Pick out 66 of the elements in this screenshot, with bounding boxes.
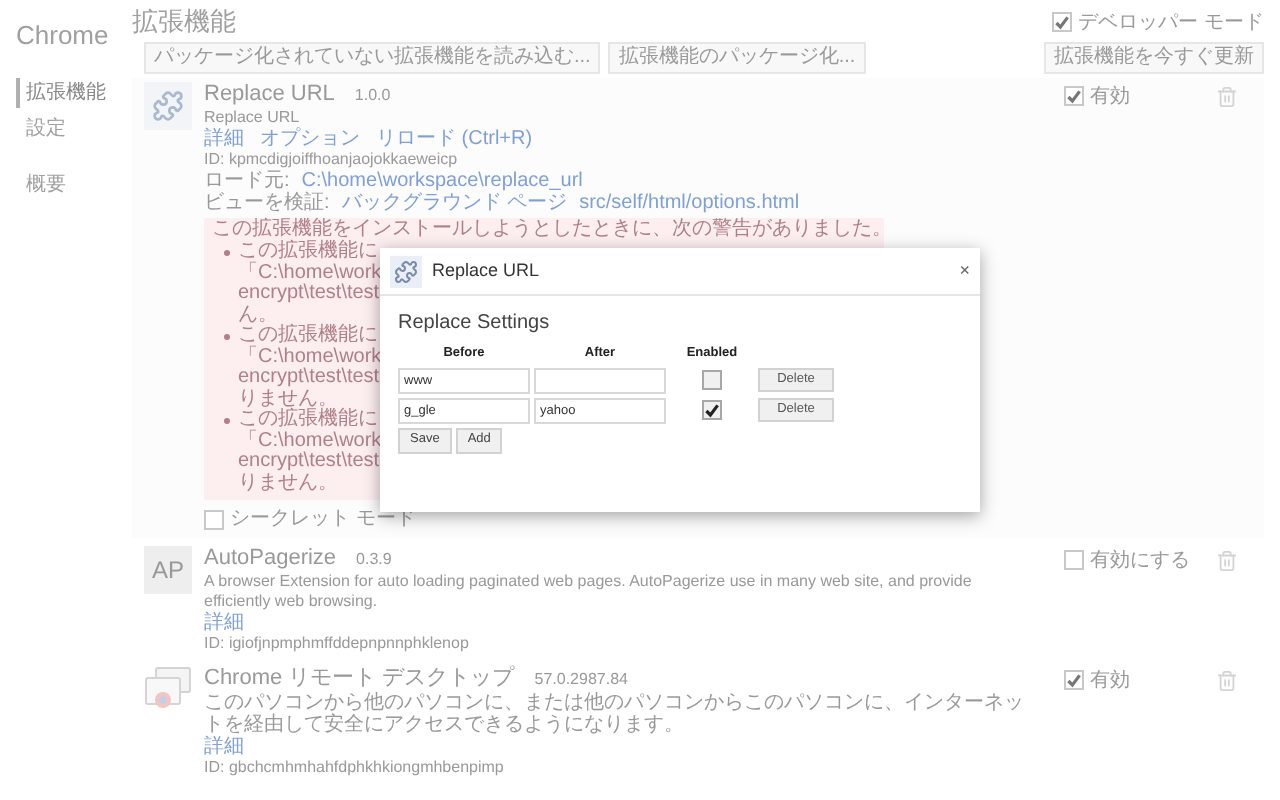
- extension-link[interactable]: 詳細: [204, 128, 244, 150]
- extension-version: 0.3.9: [356, 548, 392, 572]
- toolbar-button[interactable]: 拡張機能のパッケージ化...: [608, 42, 866, 74]
- warning-text: 「C:\home\work: [238, 347, 382, 367]
- checkbox[interactable]: [1064, 670, 1084, 690]
- checkbox[interactable]: [1064, 550, 1084, 570]
- trash-icon[interactable]: [1216, 86, 1238, 108]
- warning-text: 「C:\home\work: [238, 431, 382, 451]
- warning-title: この拡張機能をインストールしようとしたときに、次の警告がありました。: [212, 218, 876, 240]
- extension-version: 57.0.2987.84: [534, 668, 628, 692]
- warning-text: この拡張機能に: [238, 242, 380, 262]
- extension-description: A browser Extension for auto loading paginated web pages. AutoPagerize use in many web site, and provide efficiently web browsing.: [204, 572, 974, 611]
- checkbox[interactable]: [1064, 86, 1084, 106]
- checkbox[interactable]: [702, 400, 722, 421]
- extension-link[interactable]: オプション: [260, 128, 360, 150]
- checkbox-label: 有効: [1090, 86, 1130, 108]
- extension-name: Replace URL: [204, 82, 335, 106]
- update-button[interactable]: 拡張機能を今すぐ更新: [1044, 42, 1264, 74]
- sidebar-title: Chrome: [16, 18, 111, 54]
- extension-description: このパソコンから他のパソコンに、または他のパソコンからこのパソコンに、インターネットを経由して安全にアクセスできるようになります。: [204, 692, 1026, 736]
- warning-text: 「C:\home\work: [238, 263, 382, 283]
- warning-text: この拡張機能に: [238, 410, 380, 430]
- checkbox-label: 有効にする: [1090, 550, 1190, 572]
- detail-link[interactable]: バックグラウンド ページ: [341, 192, 568, 214]
- detail-label: ビューを検証:: [204, 192, 330, 214]
- puzzle-icon: [390, 255, 422, 287]
- checkbox[interactable]: [702, 370, 722, 391]
- warning-text: encrypt\test\test: [238, 452, 382, 473]
- close-button[interactable]: ×: [959, 262, 970, 280]
- warning-text: ん。: [238, 305, 278, 326]
- detail-label: ロード元:: [204, 170, 290, 192]
- warning-text: りません。: [238, 473, 340, 494]
- checkbox-label: デベロッパー モード: [1078, 9, 1264, 37]
- checkbox[interactable]: [1052, 12, 1073, 32]
- settings-heading: Replace Settings: [398, 310, 552, 338]
- trash-icon[interactable]: [1216, 550, 1238, 572]
- extension-link[interactable]: リロード (Ctrl+R): [376, 128, 533, 150]
- extension-version: 1.0.0: [354, 84, 391, 108]
- warning-text: この拡張機能に: [238, 326, 380, 346]
- warning-text: encrypt\test\test: [238, 368, 382, 389]
- dialog-title: Replace URL: [432, 257, 540, 284]
- sidebar-item[interactable]: 概要: [16, 169, 132, 199]
- warning-text: りません。: [238, 389, 338, 409]
- extension-link[interactable]: 詳細: [204, 612, 244, 634]
- checkbox-label: 有効: [1090, 670, 1130, 692]
- extension-name: Chrome リモート デスクトップ: [204, 666, 515, 690]
- page-title: 拡張機能: [132, 4, 236, 41]
- detail-label: ID: igiofjnpmphmffddepnpnnphklenop: [204, 634, 469, 654]
- detail-label: ID: kpmcdigjoiffhoanjaojokkaeweicp: [204, 150, 458, 170]
- detail-link[interactable]: C:\home\workspace\replace_url: [301, 170, 583, 192]
- checkbox[interactable]: [204, 509, 224, 529]
- bullet-icon: [224, 334, 230, 340]
- app-logo-icon: AP: [144, 546, 192, 594]
- sidebar-item[interactable]: 設定: [16, 113, 132, 143]
- extension-description: Replace URL: [204, 108, 302, 127]
- detail-label: ID: gbchcmhmhahfdphkhkiongmhbenpimp: [204, 758, 504, 778]
- warning-text: encrypt\test\test: [238, 284, 382, 305]
- screens-icon: [144, 666, 192, 710]
- bullet-icon: [224, 250, 230, 256]
- trash-icon[interactable]: [1216, 670, 1238, 692]
- detail-link[interactable]: src/self/html/options.html: [579, 192, 800, 214]
- toolbar-button[interactable]: パッケージ化されていない拡張機能を読み込む...: [144, 42, 601, 74]
- extension-link[interactable]: 詳細: [204, 736, 244, 758]
- input-field[interactable]: [534, 367, 666, 394]
- bullet-icon: [224, 418, 230, 424]
- extension-name: AutoPagerize: [204, 546, 337, 570]
